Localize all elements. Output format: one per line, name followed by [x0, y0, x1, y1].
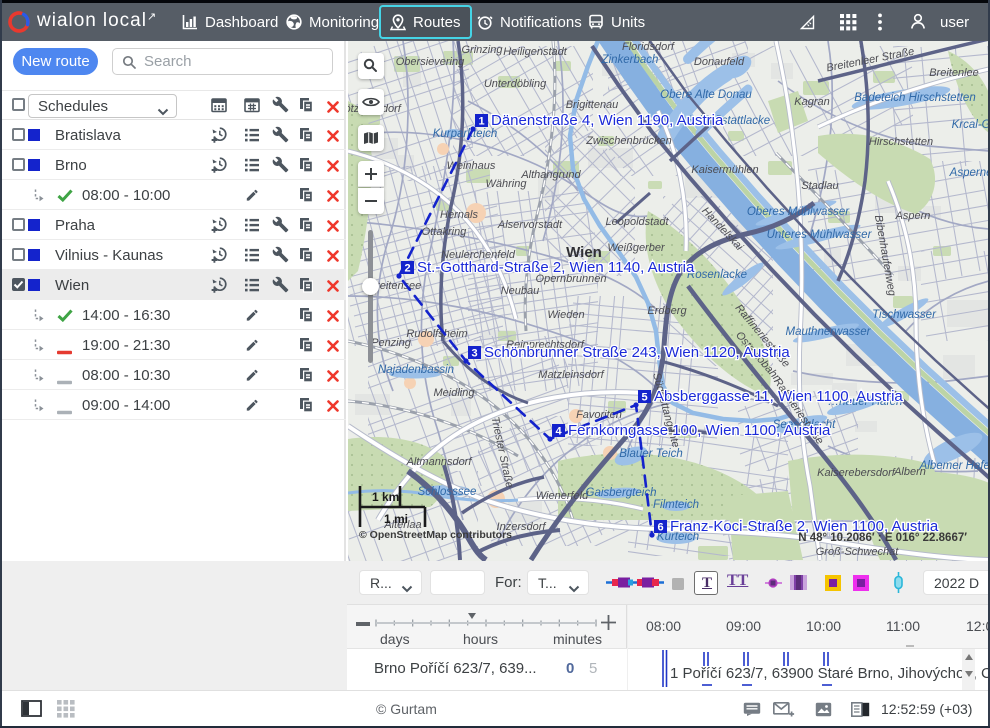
svg-text:1: 1	[478, 115, 484, 127]
svg-text:Gaisbergteich: Gaisbergteich	[586, 487, 657, 499]
svg-text:Zinkerbach: Zinkerbach	[601, 54, 659, 66]
svg-text:Leopoldstadt: Leopoldstadt	[606, 216, 670, 228]
svg-text:Floridsdorf: Floridsdorf	[622, 41, 675, 53]
svg-text:Absberggasse 11, Wien 1100, Au: Absberggasse 11, Wien 1100, Austria	[654, 388, 903, 405]
svg-text:Krcal-Gr: Krcal-Gr	[952, 119, 988, 131]
svg-text:Albemer Hafen: Albemer Hafen	[919, 460, 988, 472]
svg-text:Hirschstetten: Hirschstetten	[869, 136, 933, 148]
svg-text:Fernkorngasse 100, Wien 1100,: Fernkorngasse 100, Wien 1100, Austria	[568, 422, 831, 439]
svg-text:Neubau: Neubau	[501, 285, 540, 297]
svg-text:Najadenbassin: Najadenbassin	[378, 364, 454, 376]
svg-text:Wienerfeld: Wienerfeld	[536, 490, 589, 502]
svg-text:Alservorstadt: Alservorstadt	[497, 219, 563, 231]
svg-text:Altmannsdorf: Altmannsdorf	[406, 456, 473, 468]
svg-text:3: 3	[471, 347, 477, 359]
svg-text:Oberes Mühlwasser: Oberes Mühlwasser	[747, 206, 850, 218]
svg-text:Matzleinsdorf: Matzleinsdorf	[538, 369, 604, 381]
svg-text:Kaisermühlen: Kaisermühlen	[691, 164, 758, 176]
svg-text:Blauer Teich: Blauer Teich	[619, 448, 683, 460]
svg-text:Badeteich Hirschstetten: Badeteich Hirschstetten	[854, 92, 975, 104]
svg-text:Kagran: Kagran	[794, 96, 829, 108]
svg-text:Weißgerber: Weißgerber	[607, 242, 666, 254]
svg-text:Unterdöbling: Unterdöbling	[484, 78, 547, 90]
svg-text:Rosenlacke: Rosenlacke	[687, 269, 747, 281]
svg-text:Stadlau: Stadlau	[801, 180, 838, 192]
svg-text:Kurparkteich: Kurparkteich	[433, 128, 498, 140]
svg-text:Rudolfsheim: Rudolfsheim	[406, 328, 467, 340]
svg-text:Ottakring: Ottakring	[422, 226, 468, 238]
svg-text:1 km: 1 km	[372, 490, 399, 504]
svg-text:Obersievering: Obersievering	[396, 56, 465, 68]
svg-text:Althangrund: Althangrund	[520, 169, 581, 181]
svg-text:6: 6	[657, 521, 663, 533]
svg-text:5: 5	[641, 391, 647, 403]
svg-text:2: 2	[404, 262, 410, 274]
svg-text:Meidling: Meidling	[434, 387, 476, 399]
svg-text:Tischwasser: Tischwasser	[872, 309, 937, 321]
svg-text:Schönbrunner Straße 243, Wien: Schönbrunner Straße 243, Wien 1120, Aust…	[484, 344, 790, 361]
svg-text:Breitenlee: Breitenlee	[929, 67, 979, 79]
svg-text:St.-Gotthard-Straße 2, Wien 11: St.-Gotthard-Straße 2, Wien 1140, Austri…	[417, 259, 695, 276]
svg-text:Hernals: Hernals	[440, 209, 478, 221]
svg-text:Asperner: Asperner	[949, 167, 988, 179]
svg-text:Donaufeld: Donaufeld	[694, 56, 745, 68]
svg-text:Erdberg: Erdberg	[647, 305, 687, 317]
svg-text:Währing: Währing	[486, 178, 528, 190]
svg-text:Mauthnerwasser: Mauthnerwasser	[785, 326, 871, 338]
svg-text:Filmteich: Filmteich	[653, 499, 699, 511]
svg-text:Obere Alte Donau: Obere Alte Donau	[660, 89, 752, 101]
svg-text:Unteres Mühlwasser: Unteres Mühlwasser	[767, 229, 873, 241]
svg-text:Groß-Schwechat: Groß-Schwechat	[816, 546, 899, 558]
svg-text:Grinzing: Grinzing	[462, 44, 504, 56]
svg-text:Heiligenstadt: Heiligenstadt	[503, 46, 568, 58]
svg-text:Dänenstraße 4, Wien 1190, Aust: Dänenstraße 4, Wien 1190, Austria	[491, 112, 724, 129]
svg-text:1 mi: 1 mi	[384, 512, 408, 526]
svg-text:Aspern: Aspern	[895, 210, 931, 222]
svg-text:Zwischenbrücken: Zwischenbrücken	[585, 135, 672, 147]
svg-text:Kaiserebersdorf: Kaiserebersdorf	[817, 467, 896, 479]
svg-text:4: 4	[555, 425, 562, 437]
svg-text:Wieden: Wieden	[547, 309, 584, 321]
svg-text:Brigittenau: Brigittenau	[566, 99, 619, 111]
